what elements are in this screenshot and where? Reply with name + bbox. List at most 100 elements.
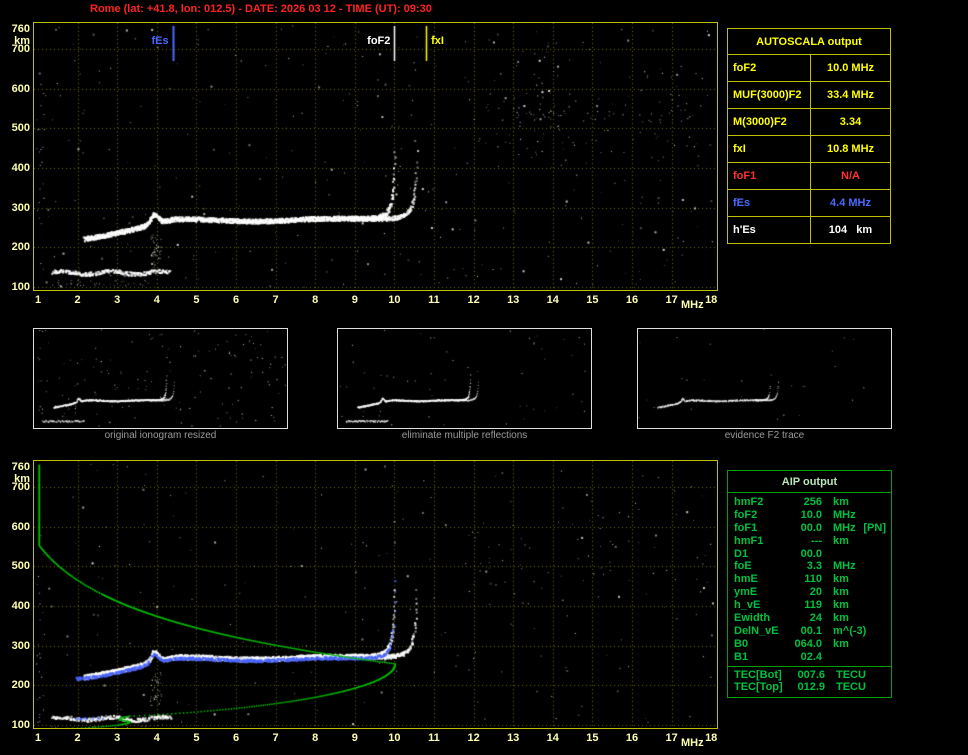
x-axis-unit-label: MHz: [681, 299, 704, 311]
aip-row-value: 110: [804, 573, 822, 586]
y-axis-unit-label: km: [14, 35, 30, 47]
aip-tec-value: 007.6: [797, 668, 825, 681]
aip-row-label: foF2: [734, 508, 758, 521]
y-axis-unit-label: km: [14, 473, 30, 485]
thumbnail-no-multiples: [337, 328, 592, 429]
x-axis-tick: 3: [114, 732, 121, 744]
aip-row: hmF2 256 km: [728, 496, 891, 509]
x-axis-tick: 4: [153, 294, 160, 306]
aip-row-unit: km: [833, 586, 849, 599]
y-axis-tick: 760: [11, 461, 30, 473]
x-axis-tick: 13: [507, 294, 520, 306]
aip-row-value: 119: [804, 599, 822, 612]
autoscala-row: M(3000)F2 3.34: [728, 109, 890, 136]
autoscala-row-label: MUF(3000)F2: [728, 82, 811, 108]
autoscala-screen: Rome (lat: +41.8, lon: 012.5) - DATE: 20…: [0, 0, 968, 755]
aip-row-flag: [PN]: [863, 521, 886, 534]
x-axis-tick: 10: [388, 294, 401, 306]
aip-row-unit: MHz: [833, 521, 856, 534]
aip-tec-unit: TECU: [836, 668, 866, 681]
x-axis-tick: 8: [312, 294, 319, 306]
y-axis-tick: 200: [11, 679, 30, 692]
ionogram-profile-canvas: [34, 461, 717, 728]
y-axis-tick: 400: [11, 161, 30, 174]
x-axis-tick: 14: [546, 732, 559, 744]
aip-row-unit: MHz: [833, 560, 856, 573]
marker-label-fof2: foF2: [367, 35, 391, 47]
aip-output-rows: hmF2 256 km foF2 10.0 MHz foF1 00.0 MHz [PN] hmF1 -…: [728, 493, 891, 666]
x-axis-tick: 4: [153, 732, 160, 744]
aip-row-label: B0: [734, 637, 749, 650]
thumbnail-f2-trace: [637, 328, 892, 429]
aip-row-unit: km: [833, 496, 849, 508]
autoscala-row-value: 4.4 MHz: [830, 197, 871, 209]
aip-row: B1 02.4: [728, 651, 891, 664]
marker-label-fes: fEs: [151, 35, 169, 47]
x-axis-tick: 9: [351, 294, 358, 306]
aip-row: Ewidth 24 km: [728, 612, 891, 625]
aip-row-unit: km: [833, 534, 849, 547]
x-axis-tick: 6: [232, 732, 240, 744]
autoscala-row-label: foF1: [728, 163, 811, 189]
autoscala-row-label: M(3000)F2: [728, 109, 811, 135]
autoscala-row-value: 10.0 MHz: [826, 62, 875, 74]
autoscala-row-value: N/A: [841, 170, 860, 182]
aip-row-value: 00.1: [800, 624, 822, 637]
x-axis-tick: 12: [467, 294, 480, 306]
aip-tec-row: TEC[Top] 012.9 TECU: [728, 681, 891, 694]
aip-tec-label: TEC[Bot]: [734, 668, 782, 681]
aip-row-label: hmE: [734, 573, 758, 586]
x-axis-tick: 1: [34, 732, 42, 744]
aip-row-label: h_vE: [734, 599, 761, 612]
y-axis-tick: 300: [11, 639, 30, 652]
x-axis-tick: 2: [74, 294, 81, 306]
thumbnail-f2-trace-canvas: [638, 329, 891, 428]
ionogram-profile-plot: [33, 460, 718, 729]
x-axis-tick: 6: [232, 294, 240, 306]
autoscala-row-label: foF2: [728, 55, 811, 81]
aip-row-unit: km: [833, 612, 849, 625]
aip-tec-unit: TECU: [836, 681, 866, 694]
aip-row: B0 064.0 km: [728, 638, 891, 651]
thumbnail-original: [33, 328, 288, 429]
x-axis-tick: 16: [625, 294, 639, 306]
autoscala-row-value: 33.4 MHz: [826, 89, 875, 101]
y-axis-tick: 100: [11, 719, 30, 732]
x-axis-tick: 15: [586, 732, 599, 744]
aip-row: foF1 00.0 MHz [PN]: [728, 522, 891, 535]
aip-tec-row: TEC[Bot] 007.6 TECU: [728, 669, 891, 682]
y-axis-tick: 500: [11, 560, 30, 573]
aip-tec-value: 012.9: [797, 681, 825, 694]
aip-row: foE 3.3 MHz: [728, 560, 891, 573]
x-axis-unit-label: MHz: [681, 737, 704, 749]
aip-row-value: 10.0: [800, 508, 822, 521]
autoscala-row-label: h'Es: [728, 217, 811, 243]
x-axis-tick: 17: [665, 294, 678, 306]
aip-row: ymE 20 km: [728, 586, 891, 599]
y-axis-tick: 600: [11, 520, 30, 533]
x-axis-tick: 2: [74, 732, 81, 744]
autoscala-row: fEs 4.4 MHz: [728, 190, 890, 217]
aip-row: D1 00.0: [728, 548, 891, 561]
aip-row-value: 24: [809, 612, 822, 625]
ionogram-main-plot: [33, 22, 718, 291]
autoscala-row-value: 3.34: [839, 116, 862, 128]
ionogram-main-canvas: [34, 23, 717, 290]
aip-row-label: D1: [734, 547, 749, 560]
y-axis-tick: 600: [11, 82, 30, 95]
aip-output-table: AIP output hmF2 256 km foF2 10.0 MHz foF1 00.0 M…: [727, 470, 892, 699]
aip-row: hmE 110 km: [728, 573, 891, 586]
station-header: Rome (lat: +41.8, lon: 012.5) - DATE: 20…: [90, 3, 432, 15]
aip-row: DelN_vE 00.1 m^(-3): [728, 625, 891, 638]
autoscala-row: foF1 N/A: [728, 163, 890, 190]
autoscala-row: MUF(3000)F2 33.4 MHz: [728, 82, 890, 109]
y-axis-tick: 500: [11, 122, 30, 135]
x-axis-tick: 8: [312, 732, 319, 744]
autoscala-output-rows: foF2 10.0 MHz MUF(3000)F2 33.4 MHz M(3000)F2…: [728, 55, 890, 243]
autoscala-row: fxI 10.8 MHz: [728, 136, 890, 163]
thumbnail-original-canvas: [34, 329, 287, 428]
aip-row-value: ---: [811, 534, 822, 547]
aip-row-value: 00.0: [800, 547, 822, 560]
aip-row-unit: km: [833, 573, 849, 586]
y-axis-tick: 300: [11, 201, 30, 214]
